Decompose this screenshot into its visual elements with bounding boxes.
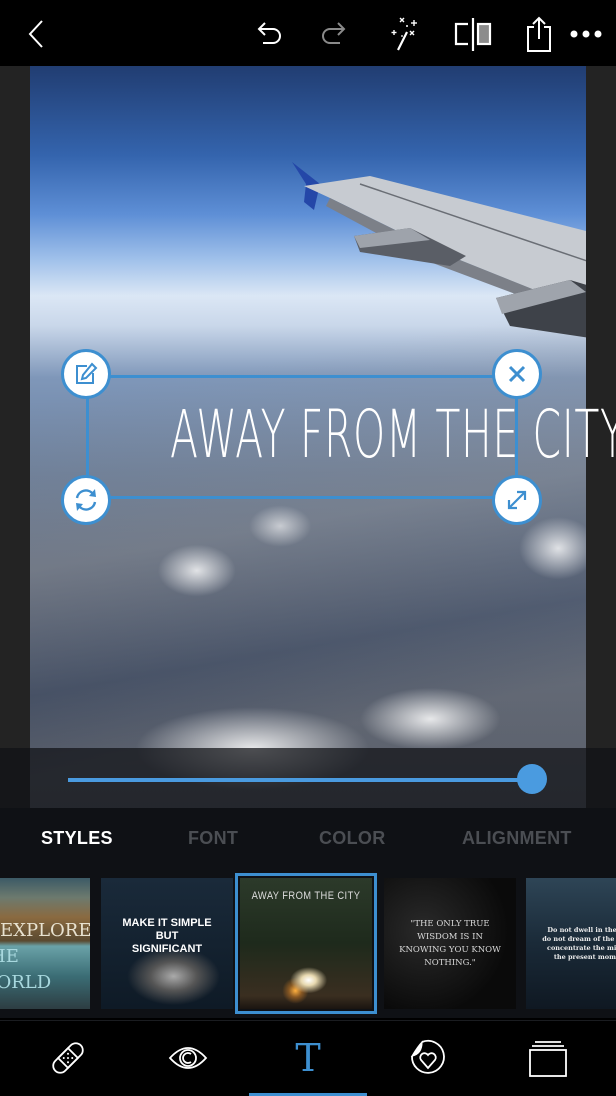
opacity-slider-thumb[interactable] [516,764,547,794]
redo-button[interactable] [311,12,355,56]
close-icon [508,365,526,383]
tab-styles[interactable]: STYLES [41,828,113,849]
style-thumb-away[interactable]: AWAY FROM THE CITY [235,873,377,1014]
rotate-icon [75,489,97,511]
share-icon [527,16,551,52]
redo-icon [322,22,346,44]
bottom-tool-nav: T [0,1020,616,1096]
top-toolbar [0,0,616,66]
tab-alignment[interactable]: ALIGNMENT [462,828,572,849]
more-button[interactable] [564,12,608,56]
style-thumb-present[interactable]: Do not dwell in the past, do not dream o… [526,878,616,1009]
style-thumb-text: AWAY FROM THE CITY [251,890,361,902]
resize-text-handle[interactable] [492,475,542,525]
compare-button[interactable] [451,12,495,56]
opacity-slider-panel [0,748,616,808]
tab-font[interactable]: FONT [188,828,238,849]
more-icon [570,30,602,38]
tab-color[interactable]: COLOR [319,828,386,849]
back-chevron-icon [28,20,43,48]
styles-strip[interactable]: EXPLORE THE WORLD MAKE IT SIMPLE BUT SIG… [0,868,616,1018]
style-thumb-simple[interactable]: MAKE IT SIMPLE BUT SIGNIFICANT [101,878,233,1009]
text-tool-icon: T [295,1036,321,1080]
nav-text[interactable]: T [278,1033,338,1083]
delete-text-handle[interactable] [492,349,542,399]
nav-adjust[interactable] [158,1033,218,1083]
share-button[interactable] [517,12,561,56]
sticker-icon [410,1039,445,1074]
overlay-text[interactable]: AWAY FROM THE CITY [170,390,616,480]
auto-fix-button[interactable] [383,12,427,56]
eye-icon [168,1047,208,1069]
rotate-text-handle[interactable] [61,475,111,525]
edit-text-handle[interactable] [61,349,111,399]
airplane-wing [292,162,586,338]
style-thumb-text: EXPLORE [0,920,90,941]
style-thumb-wisdom[interactable]: "THE ONLY TRUE WISDOM IS IN KNOWING YOU … [384,878,516,1009]
style-thumb-text: THE WORLD [0,946,52,993]
compare-icon [454,18,492,51]
resize-icon [507,490,527,510]
style-thumb-text: "THE ONLY TRUE WISDOM IS IN KNOWING YOU … [399,918,501,968]
frames-icon [529,1041,567,1077]
nav-stickers[interactable] [398,1033,458,1083]
style-thumb-explore[interactable]: EXPLORE THE WORLD [0,878,90,1009]
nav-frames[interactable] [518,1033,578,1083]
nav-healing[interactable] [38,1033,98,1083]
undo-icon [257,22,281,44]
text-selection-box[interactable]: AWAY FROM THE CITY [86,375,616,499]
back-button[interactable] [14,12,58,56]
opacity-slider-track[interactable] [68,764,547,794]
edit-icon [76,362,98,384]
text-options-tabs: STYLES FONT COLOR ALIGNMENT [0,808,616,868]
undo-button[interactable] [248,12,292,56]
healing-bandage-icon [52,1042,84,1074]
canvas-area: AWAY FROM THE CITY [0,66,616,808]
auto-fix-wand-icon [391,17,417,51]
style-thumb-text: MAKE IT SIMPLE BUT SIGNIFICANT [122,917,212,955]
style-thumb-text: Do not dwell in the past, do not dream o… [542,925,616,961]
